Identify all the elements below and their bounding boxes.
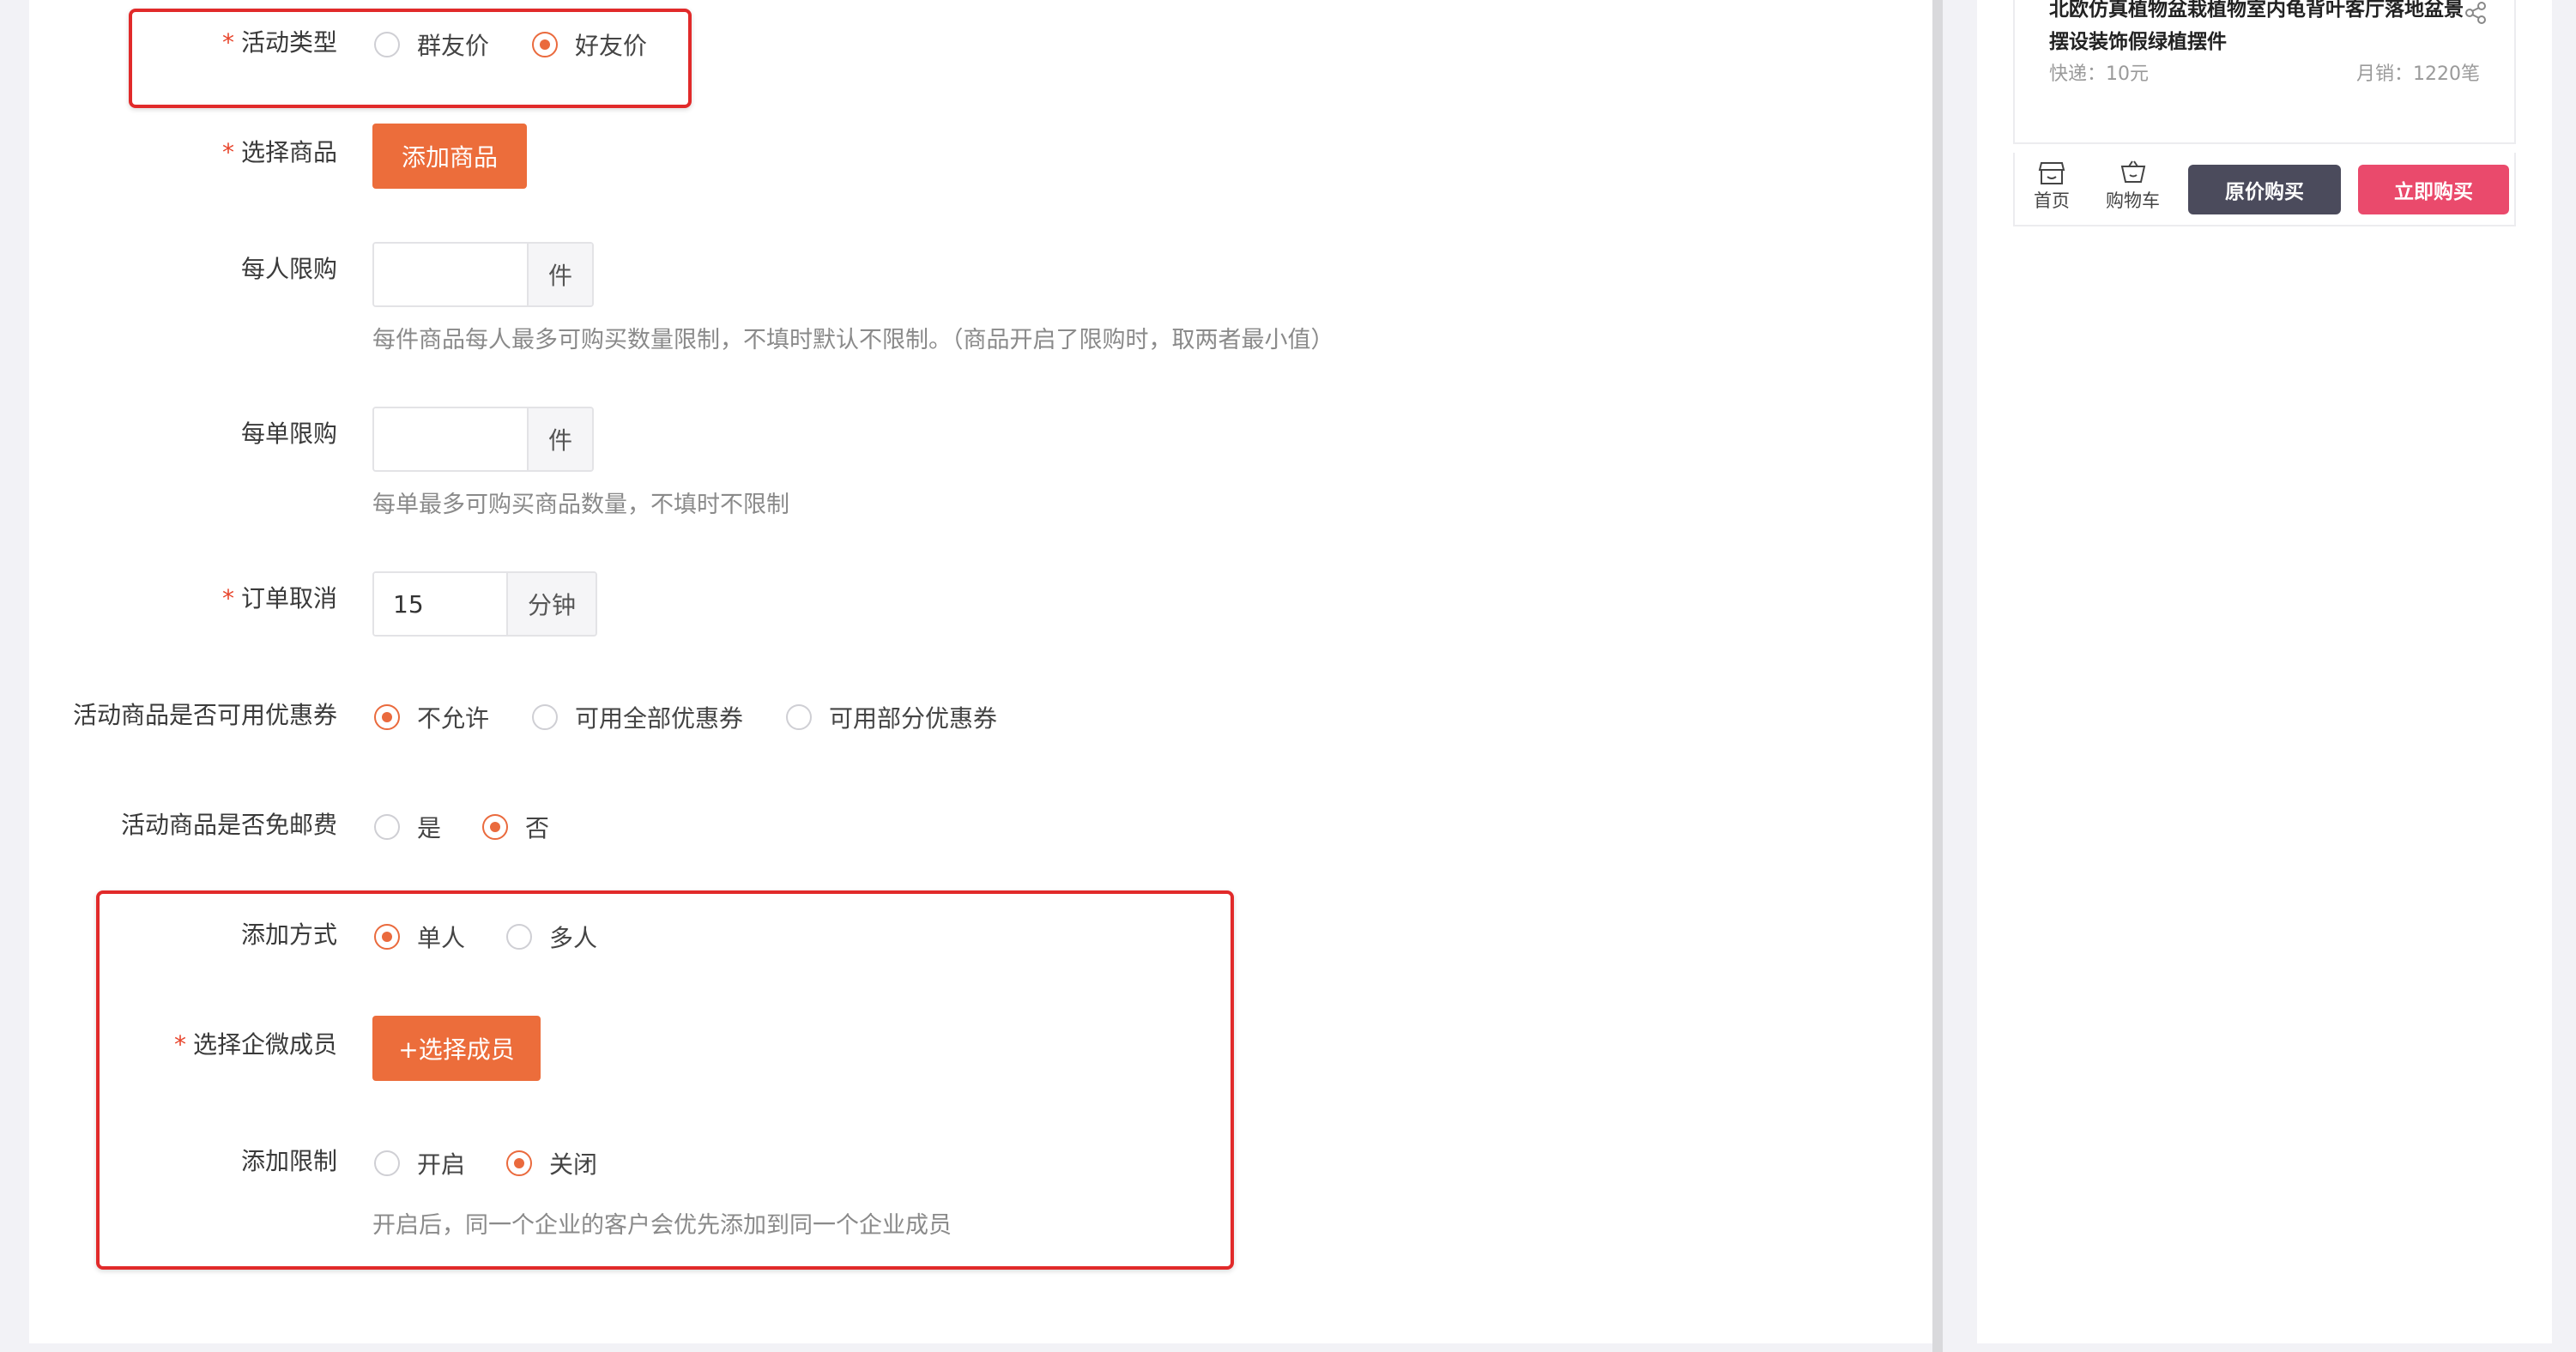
select-goods-label: * 选择商品 — [222, 137, 337, 168]
unit-suffix: 件 — [527, 408, 592, 470]
original-price-buy-button[interactable]: 原价购买 — [2188, 165, 2341, 214]
per-order-limit-hint: 每单最多可购买商品数量，不填时不限制 — [372, 492, 789, 518]
per-order-limit-input[interactable] — [374, 408, 527, 470]
radio-label: 是 — [417, 814, 442, 842]
per-order-limit-label: 每单限购 — [240, 419, 337, 448]
radio-circle[interactable] — [532, 704, 558, 730]
per-person-limit-hint: 每件商品每人最多可购买数量限制，不填时默认不限制。（商品开启了限购时，取两者最小… — [372, 327, 1334, 353]
shipping-fee: 快递：10元 — [2049, 63, 2149, 85]
radio-circle-checked[interactable] — [374, 704, 400, 730]
per-order-limit-field: 件 — [372, 407, 594, 472]
unit-suffix: 件 — [527, 244, 592, 305]
add-goods-button[interactable]: 添加商品 — [372, 124, 527, 189]
order-cancel-field: 分钟 — [372, 571, 597, 637]
monthly-sales: 月销：1220笔 — [2356, 63, 2480, 85]
buy-now-button[interactable]: 立即购买 — [2358, 165, 2509, 214]
nav-home-label: 首页 — [2034, 190, 2070, 211]
required-mark: * — [221, 138, 234, 166]
radio-circle[interactable] — [786, 704, 812, 730]
per-person-limit-label: 每人限购 — [240, 255, 337, 283]
radio-circle-checked[interactable] — [482, 814, 508, 840]
radio-circle[interactable] — [374, 814, 400, 840]
order-cancel-label-text: 订单取消 — [240, 584, 337, 613]
highlight-box-activity-type — [129, 9, 692, 108]
coupon-option-partial[interactable]: 可用部分优惠券 — [786, 702, 997, 733]
radio-label: 可用部分优惠券 — [829, 704, 998, 733]
nav-home[interactable]: 首页 — [2034, 160, 2070, 213]
radio-label: 不允许 — [417, 704, 490, 733]
select-goods-label-text: 选择商品 — [240, 138, 337, 166]
per-person-limit-field: 件 — [372, 242, 594, 307]
purchase-bar: 首页 购物车 原价购买 立即购买 — [2013, 153, 2516, 226]
product-title: 北欧仿真植物盆栽植物室内龟背叶客厅落地盆景摆设装饰假绿植摆件 — [2049, 0, 2464, 53]
panel-divider[interactable] — [1932, 0, 1943, 1352]
radio-label: 可用全部优惠券 — [575, 704, 744, 733]
coupon-usage-label: 活动商品是否可用优惠券 — [72, 701, 337, 729]
nav-cart[interactable]: 购物车 — [2106, 160, 2160, 213]
free-shipping-option-yes[interactable]: 是 — [374, 812, 441, 842]
nav-cart-label: 购物车 — [2106, 190, 2160, 211]
coupon-option-not-allowed[interactable]: 不允许 — [374, 702, 489, 733]
share-icon[interactable] — [2463, 0, 2488, 26]
per-person-limit-input[interactable] — [374, 244, 527, 305]
required-mark: * — [221, 584, 234, 613]
highlight-box-member-settings — [96, 890, 1234, 1270]
coupon-option-all[interactable]: 可用全部优惠券 — [532, 702, 743, 733]
radio-label: 否 — [525, 814, 550, 842]
basket-icon — [2120, 160, 2145, 183]
minutes-suffix: 分钟 — [506, 573, 596, 635]
order-cancel-label: * 订单取消 — [222, 583, 337, 614]
free-shipping-option-no[interactable]: 否 — [482, 812, 549, 842]
product-card: 北欧仿真植物盆栽植物室内龟背叶客厅落地盆景摆设装饰假绿植摆件 快递：10元 月销… — [2013, 0, 2516, 144]
order-cancel-input[interactable] — [374, 573, 506, 635]
free-shipping-label: 活动商品是否免邮费 — [120, 811, 337, 839]
store-icon — [2038, 162, 2065, 184]
